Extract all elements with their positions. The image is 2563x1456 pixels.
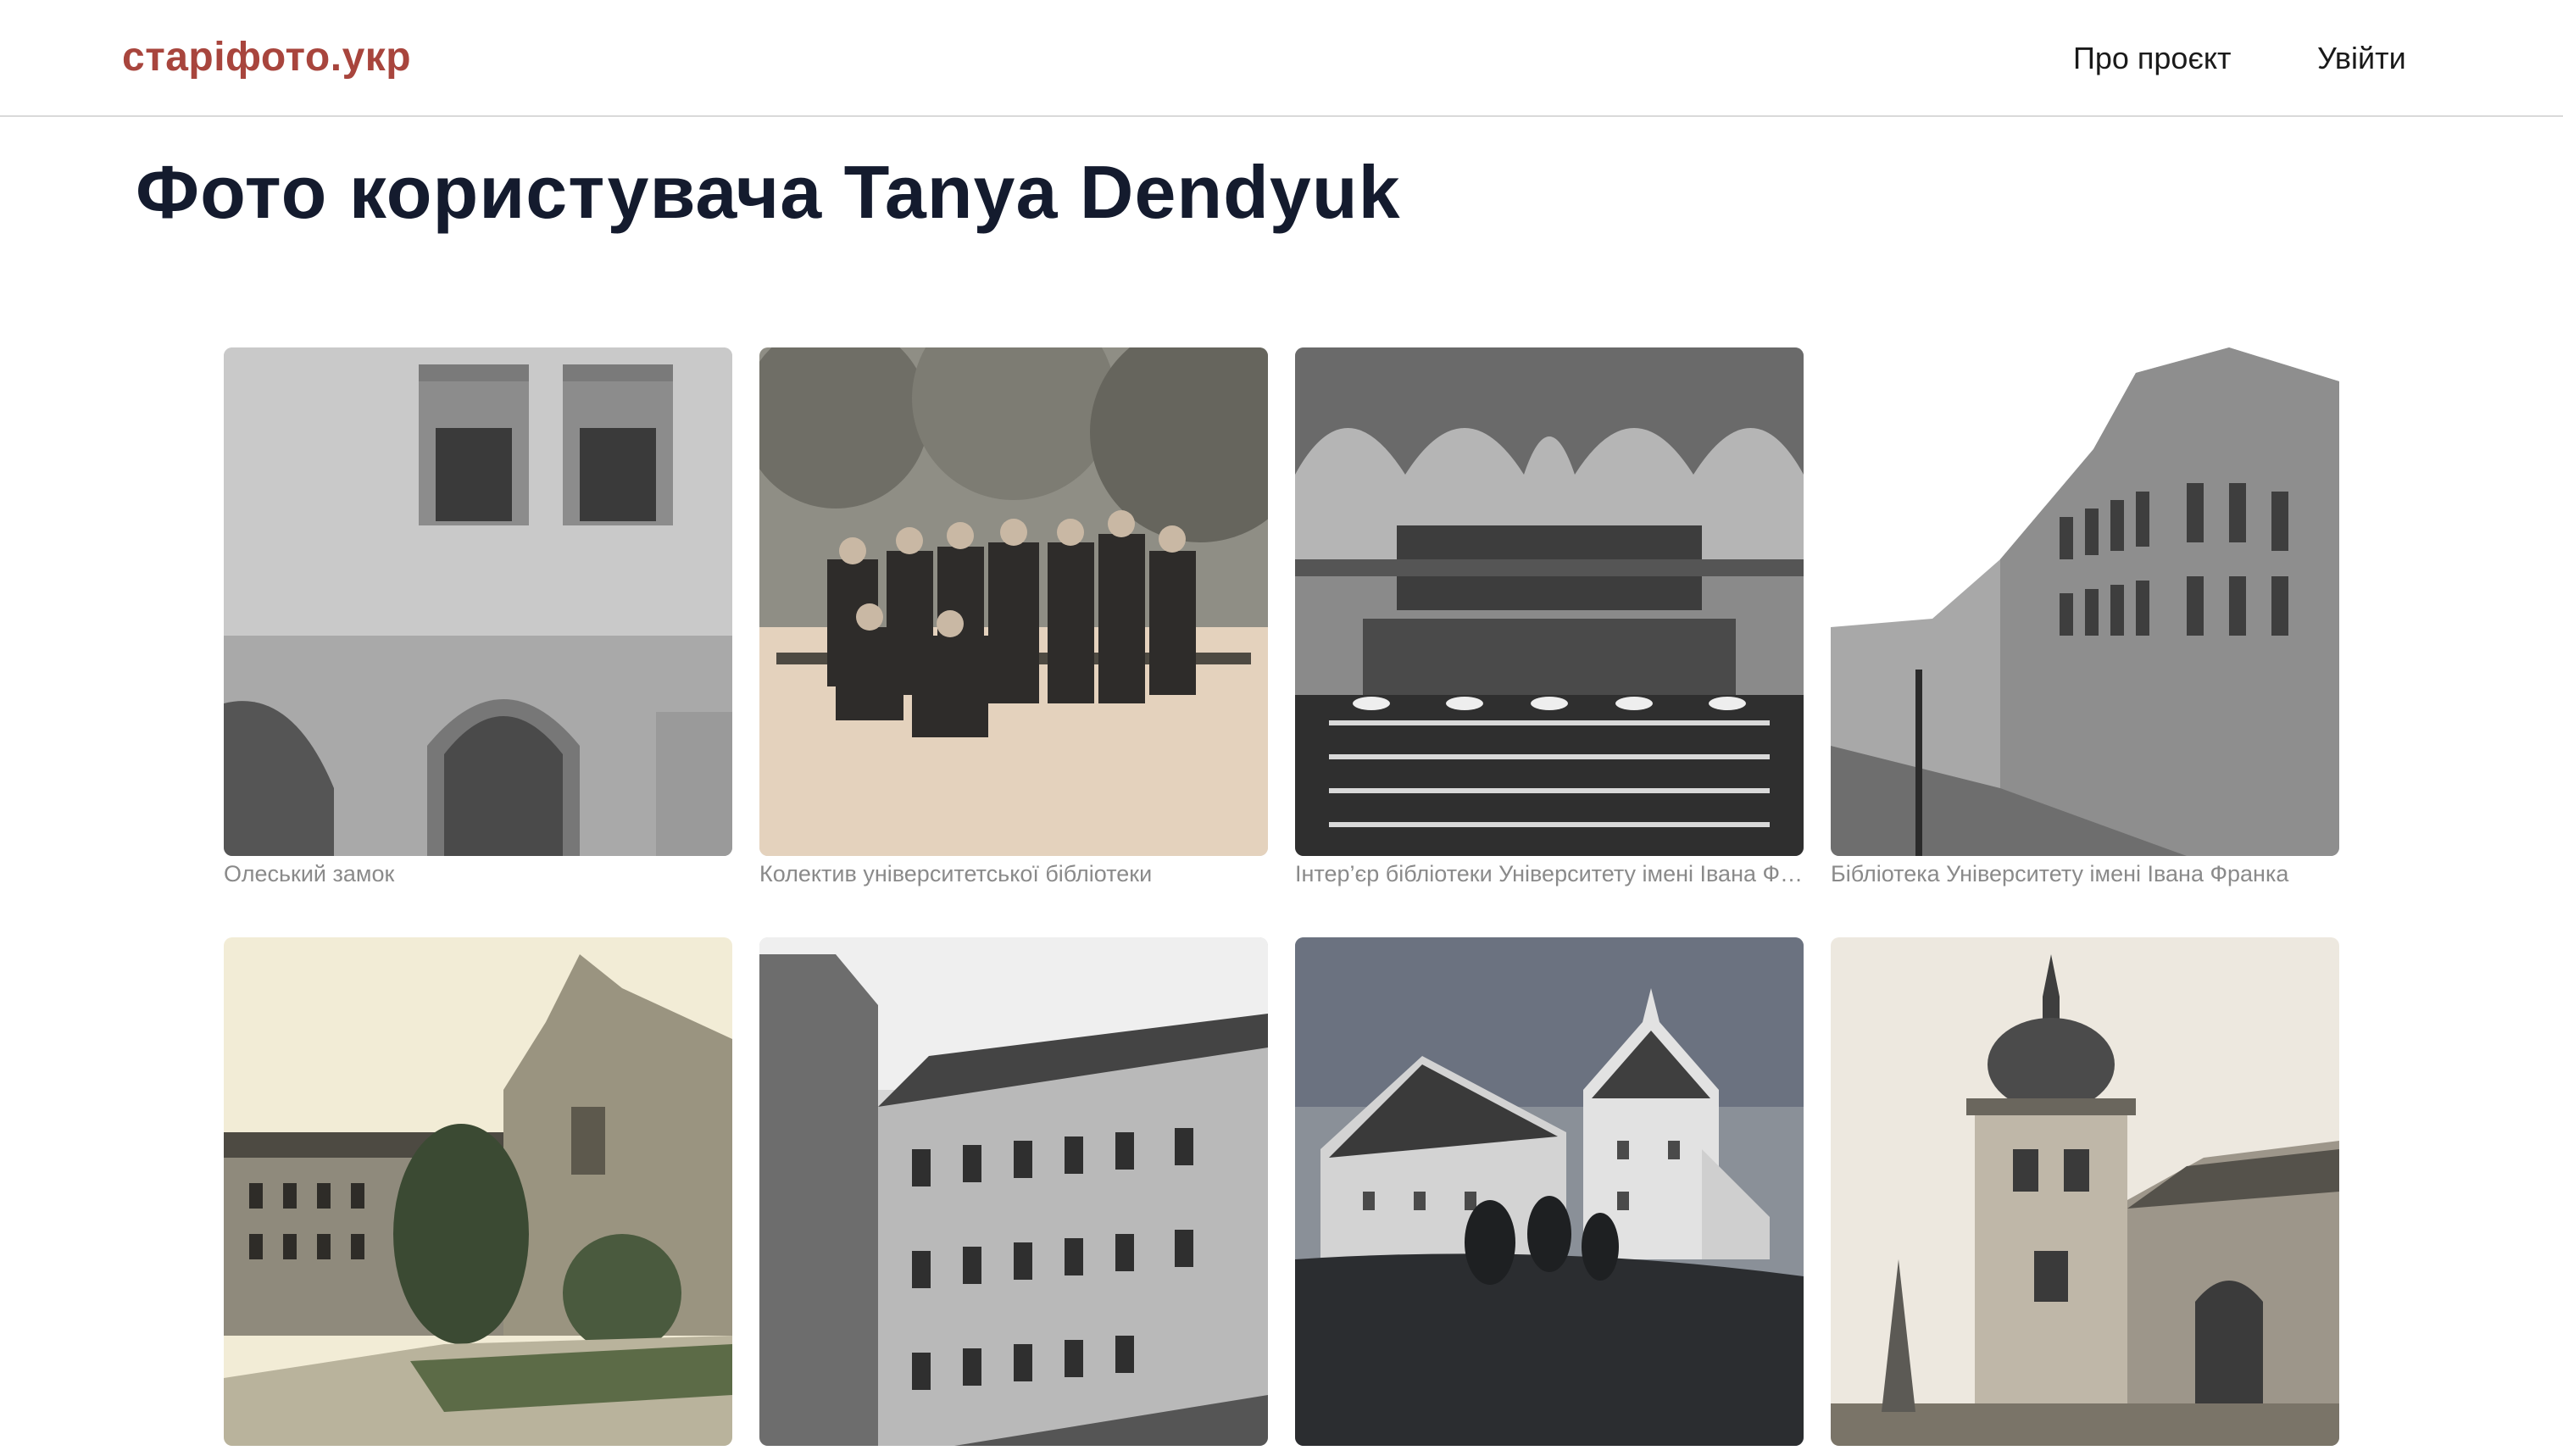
photo-image <box>224 347 732 856</box>
site-logo[interactable]: старіфото.укр <box>122 34 411 81</box>
photo-card[interactable] <box>224 937 732 1451</box>
nav-about-link[interactable]: Про проєкт <box>2073 41 2231 76</box>
site-header: старіфото.укр Про проєкт Увійти <box>0 0 2563 117</box>
photo-card[interactable] <box>1295 937 1804 1451</box>
photo-image <box>224 937 732 1446</box>
photo-card[interactable]: Колектив університетської бібліотеки <box>759 347 1268 887</box>
photo-thumbnail[interactable] <box>1295 347 1804 856</box>
photo-card[interactable] <box>1831 937 2339 1451</box>
nav-login-link[interactable]: Увійти <box>2317 41 2406 76</box>
photo-image <box>1295 347 1804 856</box>
photo-thumbnail[interactable] <box>1295 937 1804 1446</box>
photo-image <box>1831 937 2339 1446</box>
photo-thumbnail[interactable] <box>1831 347 2339 856</box>
photo-caption[interactable]: Колектив університетської бібліотеки <box>759 861 1268 887</box>
photo-image <box>759 347 1268 856</box>
photo-card[interactable] <box>759 937 1268 1451</box>
photo-caption[interactable]: Інтер’єр бібліотеки Університету імені І… <box>1295 861 1804 887</box>
page-title: Фото користувача Tanya Dendyuk <box>136 150 1401 234</box>
photo-card[interactable]: Бібліотека Університету імені Івана Фран… <box>1831 347 2339 887</box>
photo-image <box>1831 347 2339 856</box>
photo-thumbnail[interactable] <box>224 937 732 1446</box>
photo-image <box>1295 937 1804 1446</box>
photo-thumbnail[interactable] <box>1831 937 2339 1446</box>
photo-card[interactable]: Олеський замок <box>224 347 732 887</box>
photo-card[interactable]: Інтер’єр бібліотеки Університету імені І… <box>1295 347 1804 887</box>
photo-thumbnail[interactable] <box>759 347 1268 856</box>
photo-caption[interactable]: Бібліотека Університету імені Івана Фран… <box>1831 861 2339 887</box>
photo-image <box>759 937 1268 1446</box>
photo-caption[interactable]: Олеський замок <box>224 861 732 887</box>
photo-thumbnail[interactable] <box>224 347 732 856</box>
photo-thumbnail[interactable] <box>759 937 1268 1446</box>
